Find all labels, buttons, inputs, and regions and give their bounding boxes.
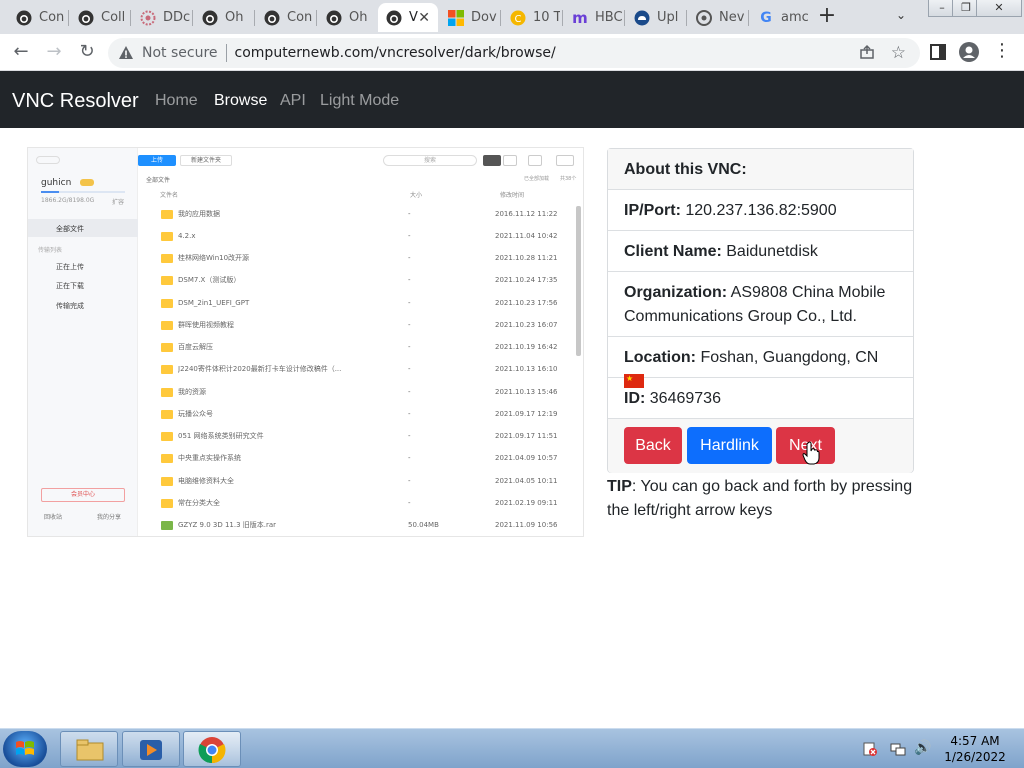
network-error-icon[interactable] <box>862 741 878 760</box>
browser-tab[interactable]: Con <box>256 3 314 32</box>
microsoft-icon <box>448 9 464 26</box>
hardlink-button[interactable]: Hardlink <box>687 427 772 464</box>
windows-logo-icon <box>16 741 34 755</box>
volume-icon[interactable]: 🔊 <box>914 740 931 756</box>
github-icon <box>326 10 342 26</box>
m-logo-icon: m <box>572 8 588 27</box>
organization-row: Organization: AS9808 China Mobile Commun… <box>608 272 913 337</box>
location-row: Location: Foshan, Guangdong, CN ★ <box>608 337 913 388</box>
url-text[interactable]: computernewb.com/vncresolver/dark/browse… <box>235 45 556 61</box>
folder-icon <box>76 739 104 761</box>
site-navbar: VNC Resolver Home Browse API Light Mode <box>0 71 1024 128</box>
media-player-icon <box>140 740 162 760</box>
taskbar-clock[interactable]: 4:57 AM 1/26/2022 <box>940 733 1010 765</box>
share-icon[interactable] <box>859 44 875 64</box>
cloud-upload-icon <box>634 10 650 26</box>
browser-tab[interactable]: Dov <box>440 3 498 32</box>
chrome-icon <box>198 737 226 764</box>
security-label: Not secure <box>142 45 218 61</box>
profile-avatar-icon[interactable] <box>959 42 979 62</box>
vnc-screenshot: guhicn 1866.2G/8198.0G 扩容 全部文件 传输列表 正在上传… <box>27 147 584 537</box>
tip-text: TIP: You can go back and forth by pressi… <box>607 478 913 519</box>
id-row: ID: 36469736 <box>608 378 913 419</box>
taskbar-media-player-button[interactable] <box>122 731 180 767</box>
browser-tab[interactable]: Nev <box>688 3 746 32</box>
ip-port-row: IP/Port: 120.237.136.82:5900 <box>608 190 913 231</box>
nav-browse[interactable]: Browse <box>214 92 267 110</box>
nav-light-mode[interactable]: Light Mode <box>320 92 399 110</box>
github-icon <box>264 10 280 26</box>
google-icon: G <box>760 9 772 26</box>
forward-arrow-icon[interactable]: → <box>42 41 66 65</box>
browser-tab[interactable]: Coll <box>70 3 128 32</box>
vnc-info-card: About this VNC: IP/Port: 120.237.136.82:… <box>607 148 914 473</box>
browser-tab[interactable]: m HBC <box>564 3 622 32</box>
github-icon <box>386 10 402 26</box>
github-icon <box>78 10 94 26</box>
new-tab-button[interactable]: + <box>816 5 838 28</box>
browser-toolbar: ← → ↻ Not secure computernewb.com/vncres… <box>0 34 1024 71</box>
tab-search-chevron-icon[interactable]: ⌄ <box>896 8 906 22</box>
back-arrow-icon[interactable]: ← <box>9 41 33 65</box>
close-window-button[interactable]: ✕ <box>976 0 1022 17</box>
browser-tab[interactable]: Oh <box>318 3 376 32</box>
browser-tab[interactable]: Gamc <box>750 3 808 32</box>
taskbar-chrome-button[interactable] <box>183 731 241 767</box>
back-button[interactable]: Back <box>624 427 682 464</box>
browser-tab[interactable]: Upl <box>626 3 684 32</box>
nav-api[interactable]: API <box>280 92 306 110</box>
bookmark-star-icon[interactable]: ☆ <box>891 43 906 63</box>
tab-strip: Con Coll DDc Oh Con Oh V ✕ Dov C 10 T m HBC… <box>0 0 1024 34</box>
browser-tab[interactable]: Oh <box>194 3 252 32</box>
flower-icon <box>140 10 156 26</box>
reload-icon[interactable]: ↻ <box>75 41 99 65</box>
coin-icon: C <box>510 10 526 26</box>
windows-taskbar: 🔊 4:57 AM 1/26/2022 <box>0 728 1024 768</box>
warning-icon[interactable] <box>118 45 134 61</box>
menu-kebab-icon[interactable]: ⋮ <box>992 42 1012 62</box>
screenshot-sidebar: guhicn 1866.2G/8198.0G 扩容 全部文件 传输列表 正在上传… <box>28 148 138 536</box>
browser-tab-active[interactable]: V ✕ <box>378 3 438 32</box>
card-footer: Back Hardlink Next <box>608 419 913 473</box>
browser-tab[interactable]: Con <box>8 3 66 32</box>
card-header: About this VNC: <box>608 149 913 190</box>
close-tab-icon[interactable]: ✕ <box>418 10 430 26</box>
chrome-icon <box>696 9 712 26</box>
taskbar-explorer-button[interactable] <box>60 731 118 767</box>
browser-tab[interactable]: DDc <box>132 3 190 32</box>
brand-logo[interactable]: VNC Resolver <box>12 90 139 113</box>
client-name-row: Client Name: Baidunetdisk <box>608 231 913 272</box>
github-icon <box>16 10 32 26</box>
browser-tab[interactable]: C 10 T <box>502 3 560 32</box>
side-panel-icon[interactable] <box>928 42 948 62</box>
svg-text:C: C <box>515 14 522 25</box>
address-bar[interactable]: Not secure computernewb.com/vncresolver/… <box>108 38 920 68</box>
hand-cursor-icon <box>802 441 820 465</box>
github-icon <box>202 10 218 26</box>
start-button[interactable] <box>3 731 47 767</box>
nav-home[interactable]: Home <box>155 92 198 110</box>
network-icon[interactable] <box>890 741 906 760</box>
